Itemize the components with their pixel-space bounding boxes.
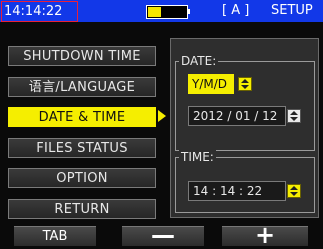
plus-softkey[interactable]: +: [222, 223, 308, 247]
menu-item-shutdown-time[interactable]: SHUTDOWN TIME: [8, 46, 156, 66]
time-value-spinner-icon[interactable]: [287, 184, 301, 198]
date-value-field[interactable]: 2012 / 01 / 12: [188, 106, 286, 126]
date-format-field[interactable]: Y/M/D: [188, 74, 234, 94]
status-bar: 14:14:22 [ A ] SETUP: [0, 0, 323, 22]
time-group: TIME: 14 : 14 : 22: [175, 150, 315, 213]
menu-item-files-status[interactable]: FILES STATUS: [8, 138, 156, 158]
clock-display: 14:14:22: [1, 1, 78, 22]
date-group-title: DATE:: [179, 54, 219, 68]
menu-item-return[interactable]: RETURN: [8, 199, 156, 219]
time-value-field[interactable]: 14 : 14 : 22: [188, 181, 286, 201]
selection-arrow-icon: [158, 110, 166, 122]
battery-tip-icon: [187, 9, 190, 14]
date-format-spinner-icon[interactable]: [238, 77, 252, 91]
time-group-title: TIME:: [179, 150, 216, 164]
mode-indicator: [ A ]: [222, 3, 250, 18]
minus-softkey[interactable]: —: [122, 223, 204, 247]
menu-item-option[interactable]: OPTION: [8, 168, 156, 188]
setup-screen: 14:14:22 [ A ] SETUP SHUTDOWN TIME 语言/LA…: [0, 0, 323, 247]
menu-item-language[interactable]: 语言/LANGUAGE: [8, 77, 156, 97]
menu-item-date-time[interactable]: DATE & TIME: [8, 107, 156, 127]
screen-title: SETUP: [271, 3, 313, 18]
tab-softkey[interactable]: TAB: [14, 226, 96, 246]
date-time-panel: DATE: Y/M/D 2012 / 01 / 12 TIME: 14 : 14…: [170, 38, 319, 218]
battery-level-fill: [148, 7, 161, 17]
date-group: DATE: Y/M/D 2012 / 01 / 12: [175, 54, 315, 151]
date-value-spinner-icon[interactable]: [287, 109, 301, 123]
battery-icon: [146, 5, 188, 19]
